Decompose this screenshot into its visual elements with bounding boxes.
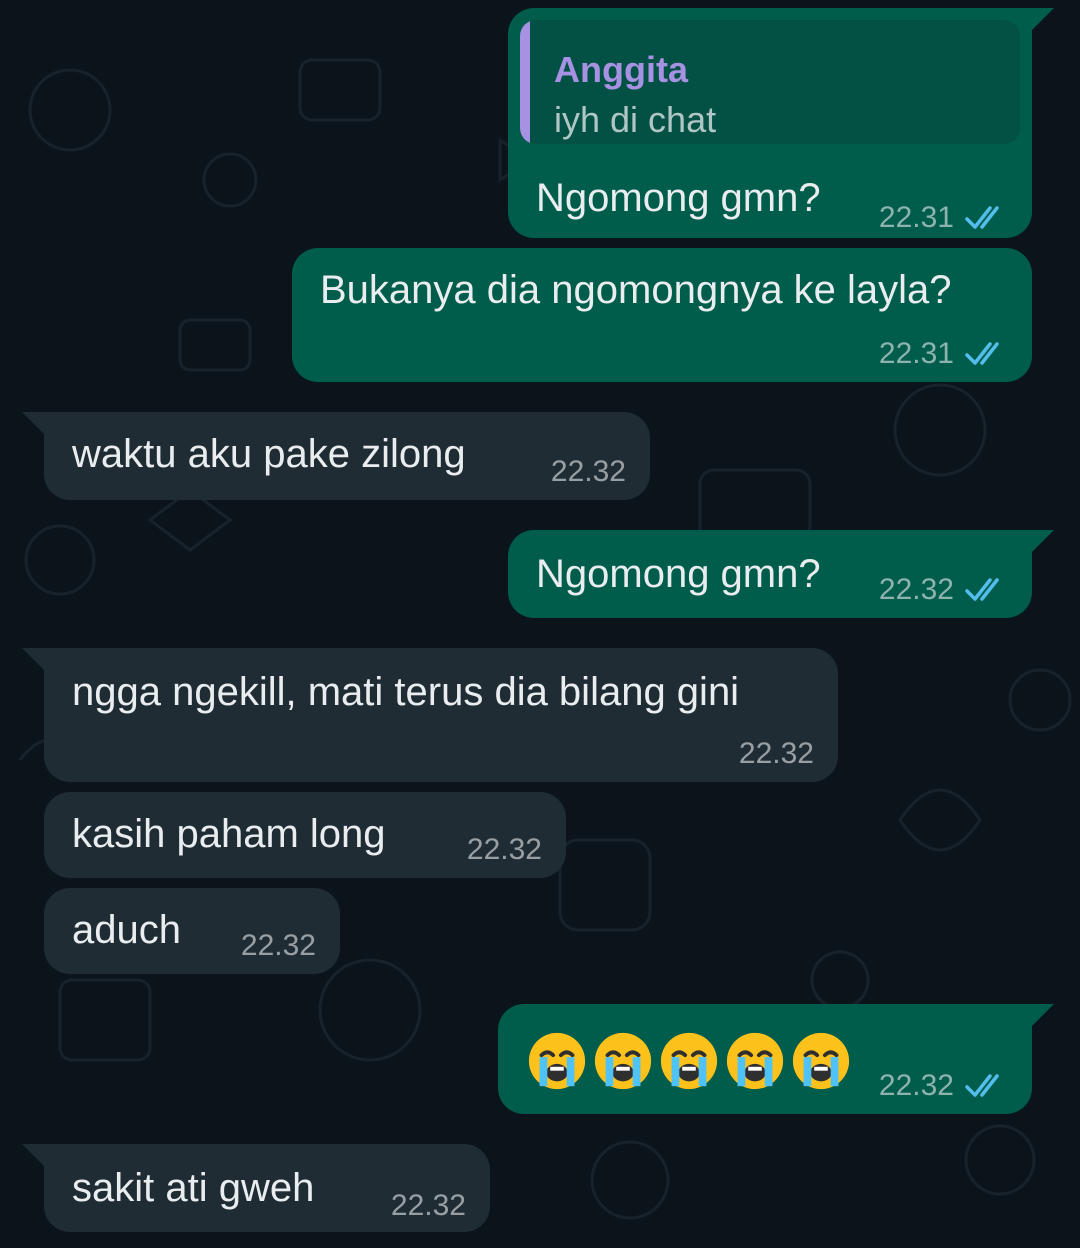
message-meta: 22.32 bbox=[551, 454, 626, 490]
message-incoming[interactable]: sakit ati gweh 22.32 bbox=[22, 1144, 490, 1232]
message-meta: 22.32 bbox=[879, 1068, 1008, 1104]
loudly-crying-face-icon bbox=[594, 1032, 652, 1090]
message-incoming[interactable]: kasih paham long 22.32 bbox=[44, 792, 566, 878]
message-time: 22.31 bbox=[878, 337, 954, 370]
message-time: 22.32 bbox=[390, 1189, 466, 1222]
message-text: Ngomong gmn? bbox=[536, 552, 821, 596]
message-meta: 22.32 bbox=[879, 572, 1008, 608]
message-incoming[interactable]: waktu aku pake zilong 22.32 bbox=[22, 412, 650, 500]
message-time: 22.32 bbox=[550, 455, 626, 488]
message-outgoing[interactable]: Ngomong gmn? 22.32 bbox=[508, 530, 1054, 618]
message-meta: 22.32 bbox=[739, 736, 814, 772]
message-outgoing[interactable]: Bukanya dia ngomongnya ke layla? 22.31 bbox=[292, 248, 1032, 382]
message-text: kasih paham long bbox=[72, 812, 386, 856]
message-text: Bukanya dia ngomongnya ke layla? bbox=[320, 268, 952, 312]
message-time: 22.31 bbox=[878, 201, 954, 234]
message-meta: 22.31 bbox=[879, 200, 1008, 236]
double-check-read-icon bbox=[965, 206, 999, 229]
message-meta: 22.32 bbox=[391, 1188, 466, 1224]
message-incoming[interactable]: ngga ngekill, mati terus dia bilang gini… bbox=[22, 648, 838, 782]
loudly-crying-face-icon bbox=[726, 1032, 784, 1090]
message-time: 22.32 bbox=[466, 833, 542, 866]
emoji-row bbox=[526, 1030, 852, 1092]
message-text: aduch bbox=[72, 908, 181, 952]
message-text: sakit ati gweh bbox=[72, 1166, 315, 1210]
message-meta: 22.31 bbox=[879, 336, 1008, 372]
double-check-read-icon bbox=[965, 342, 999, 365]
loudly-crying-face-icon bbox=[528, 1032, 586, 1090]
message-time: 22.32 bbox=[878, 1069, 954, 1102]
loudly-crying-face-icon bbox=[792, 1032, 850, 1090]
double-check-read-icon bbox=[965, 1074, 999, 1097]
message-meta: 22.32 bbox=[241, 928, 316, 964]
quote-text: iyh di chat bbox=[554, 99, 717, 140]
message-outgoing-emoji[interactable]: 😭😭😭😭😭 bbox=[498, 1004, 1054, 1114]
message-time: 22.32 bbox=[240, 929, 316, 962]
message-outgoing-reply[interactable]: Anggita iyh di chat Ngomong gmn? 22.31 bbox=[508, 8, 1054, 238]
message-time: 22.32 bbox=[878, 573, 954, 606]
message-text: waktu aku pake zilong bbox=[72, 432, 466, 476]
message-meta: 22.32 bbox=[467, 832, 542, 868]
double-check-read-icon bbox=[965, 578, 999, 601]
quoted-message[interactable]: Anggita iyh di chat bbox=[520, 20, 1020, 144]
quote-author: Anggita bbox=[554, 49, 688, 90]
loudly-crying-face-icon bbox=[660, 1032, 718, 1090]
message-text: ngga ngekill, mati terus dia bilang gini bbox=[72, 670, 740, 714]
chat-conversation[interactable]: Anggita iyh di chat Ngomong gmn? 22.31 B… bbox=[0, 0, 1080, 1248]
message-incoming[interactable]: aduch 22.32 bbox=[44, 888, 340, 974]
message-text: Ngomong gmn? bbox=[536, 176, 821, 220]
quote-accent-bar bbox=[520, 20, 530, 144]
message-time: 22.32 bbox=[738, 737, 814, 770]
